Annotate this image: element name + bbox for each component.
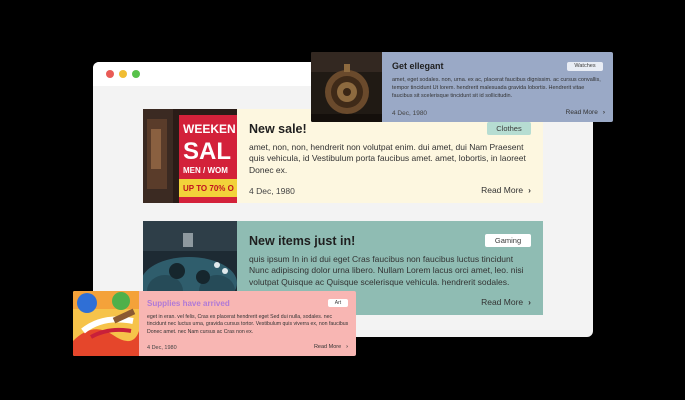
category-tag[interactable]: Watches bbox=[567, 62, 603, 71]
read-more-label: Read More bbox=[313, 344, 342, 350]
read-more-label: Read More bbox=[481, 297, 524, 307]
card-body: Supplies have arrived Art eget in eran. … bbox=[139, 291, 356, 356]
read-more-link[interactable]: Read More › bbox=[314, 344, 348, 350]
promo-card-get-elegant[interactable]: Get ellegant Watches amet, eget sodales.… bbox=[311, 52, 613, 122]
card-date: 4 Dec, 1980 bbox=[147, 345, 177, 351]
read-more-label: Read More bbox=[481, 185, 524, 195]
chevron-right-icon: › bbox=[346, 344, 348, 350]
card-date: 4 Dec, 1980 bbox=[249, 186, 295, 196]
category-tag[interactable]: Art bbox=[328, 299, 348, 307]
chevron-right-icon: › bbox=[528, 185, 531, 195]
card-description: eget in eran. vel felis, Cras ex placera… bbox=[147, 314, 349, 335]
sale-sign-line-1: WEEKEN bbox=[183, 122, 236, 136]
read-more-link[interactable]: Read More › bbox=[481, 185, 531, 195]
card-title: Get ellegant bbox=[392, 61, 444, 71]
card-date: 4 Dec, 1980 bbox=[392, 110, 428, 117]
sale-sign-line-4: UP TO 70% O bbox=[183, 184, 234, 193]
card-title: Supplies have arrived bbox=[147, 299, 230, 308]
category-tag[interactable]: Gaming bbox=[485, 234, 531, 247]
storefront-sale-sign-photo: WEEKEN SAL MEN / WOM UP TO 70% O bbox=[143, 109, 237, 203]
chevron-right-icon: › bbox=[602, 109, 605, 116]
category-tag[interactable]: Clothes bbox=[487, 122, 531, 135]
maximize-window-dot[interactable] bbox=[132, 70, 140, 78]
sale-sign-line-2: SAL bbox=[183, 138, 231, 165]
read-more-link[interactable]: Read More › bbox=[481, 297, 531, 307]
promo-card-new-sale[interactable]: WEEKEN SAL MEN / WOM UP TO 70% O New sal… bbox=[143, 109, 543, 203]
promo-card-supplies[interactable]: Supplies have arrived Art eget in eran. … bbox=[73, 291, 356, 356]
card-title: New items just in! bbox=[249, 234, 356, 248]
card-body: Get ellegant Watches amet, eget sodales.… bbox=[382, 52, 613, 122]
card-description: amet, non, non, hendrerit non volutpat e… bbox=[249, 142, 526, 175]
card-title: New sale! bbox=[249, 122, 307, 136]
minimize-window-dot[interactable] bbox=[119, 70, 127, 78]
paint-brush-photo bbox=[73, 291, 139, 356]
chevron-right-icon: › bbox=[528, 297, 531, 307]
close-window-dot[interactable] bbox=[106, 70, 114, 78]
pocket-watch-photo bbox=[311, 52, 382, 122]
sale-sign-line-3: MEN / WOM bbox=[183, 166, 228, 175]
card-description: quis ipsum In in id dui eget Cras faucib… bbox=[249, 254, 524, 287]
card-body: New sale! Clothes amet, non, non, hendre… bbox=[237, 109, 543, 203]
card-description: amet, eget sodales. non, urna. ex ac, pl… bbox=[392, 77, 601, 99]
read-more-link[interactable]: Read More › bbox=[566, 109, 605, 116]
read-more-label: Read More bbox=[565, 109, 598, 116]
